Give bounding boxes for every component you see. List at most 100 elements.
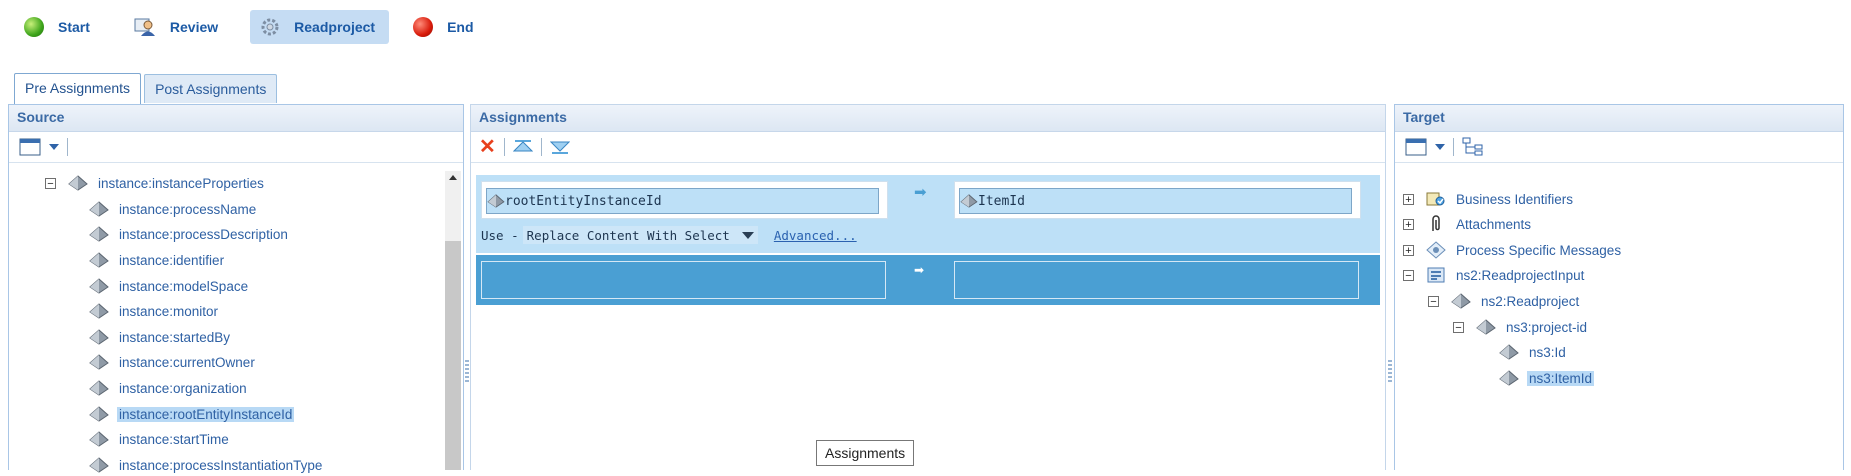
gear-icon <box>261 18 279 36</box>
empty-target-field[interactable] <box>954 261 1359 299</box>
tab-post-assignments[interactable]: Post Assignments <box>144 74 278 103</box>
element-node-icon <box>89 457 109 473</box>
tree-node-label: instance:processDescription <box>119 226 288 242</box>
toolbar-separator <box>503 138 505 156</box>
assignment-row-empty[interactable]: ➡ <box>476 255 1380 305</box>
scroll-up-icon[interactable] <box>449 175 457 180</box>
element-node-icon <box>89 303 109 319</box>
tree-node-identifier[interactable]: instance:identifier <box>89 249 226 271</box>
tree-node-itemid[interactable]: ns3:ItemId <box>1499 367 1595 389</box>
tab-pre-assignments[interactable]: Pre Assignments <box>14 73 142 104</box>
element-node-icon <box>89 329 109 345</box>
source-scrollbar[interactable] <box>445 171 461 470</box>
tree-node-label: instance:startedBy <box>119 329 231 345</box>
advanced-link[interactable]: Advanced... <box>774 228 857 243</box>
empty-source-field[interactable] <box>481 261 886 299</box>
delete-icon[interactable]: ✕ <box>479 137 496 157</box>
tree-node-label: instance:monitor <box>119 303 219 319</box>
tree-node-organization[interactable]: instance:organization <box>89 377 249 399</box>
scroll-thumb[interactable] <box>445 241 461 470</box>
workflow-step-start[interactable]: Start <box>14 10 104 44</box>
source-panel: Source − instance:instanceProperties ins… <box>8 104 464 473</box>
tree-node-processname[interactable]: instance:processName <box>89 198 258 220</box>
tree-node-label: ns2:ReadprojectInput <box>1456 267 1585 283</box>
tree-node-starttime[interactable]: instance:startTime <box>89 428 231 450</box>
tree-node-currentowner[interactable]: instance:currentOwner <box>89 351 257 373</box>
element-node-icon <box>89 354 109 370</box>
element-node-icon <box>960 194 978 208</box>
assignment-source-field[interactable]: rootEntityInstanceId <box>481 181 888 219</box>
collapse-icon[interactable]: − <box>1403 269 1414 281</box>
tree-node-label: Business Identifiers <box>1456 191 1574 207</box>
toolbar-separator <box>540 138 542 156</box>
tree-node-instance-properties[interactable]: − instance:instanceProperties <box>45 172 266 194</box>
use-select-value: Replace Content With Select <box>526 227 730 243</box>
move-down-icon[interactable] <box>549 139 570 155</box>
collapse-icon[interactable]: − <box>1428 295 1439 307</box>
element-node-icon <box>1499 370 1519 386</box>
collapse-icon[interactable]: − <box>1453 321 1464 333</box>
input-message-icon <box>1427 267 1445 283</box>
tree-node-process-specific-messages[interactable]: + Process Specific Messages <box>1403 239 1623 261</box>
element-node-icon <box>1476 319 1496 335</box>
move-up-icon[interactable] <box>512 139 533 155</box>
use-select[interactable]: Replace Content With Select <box>522 226 758 244</box>
business-identifiers-icon <box>1426 192 1445 206</box>
workflow-step-label: Review <box>169 19 219 35</box>
element-node-icon <box>68 175 88 191</box>
tree-node-readproject[interactable]: − ns2:Readproject <box>1428 290 1581 312</box>
target-panel-title: Target <box>1395 105 1843 132</box>
assignment-target-inner: ItemId <box>959 188 1352 214</box>
assignment-source-value: rootEntityInstanceId <box>505 193 662 209</box>
arrow-right-icon: ➡ <box>914 184 927 201</box>
chevron-down-icon[interactable] <box>1435 144 1445 150</box>
expand-icon[interactable]: + <box>1403 244 1414 256</box>
tree-node-label: instance:processName <box>119 201 257 217</box>
workflow-step-label: Start <box>58 19 90 35</box>
tree-node-label: Process Specific Messages <box>1456 242 1622 258</box>
view-window-icon[interactable] <box>19 138 41 156</box>
expand-icon[interactable]: + <box>1403 218 1414 230</box>
tree-node-project-id[interactable]: − ns3:project-id <box>1453 316 1589 338</box>
tree-node-label: instance:modelSpace <box>119 278 249 294</box>
tree-node-readprojectinput[interactable]: − ns2:ReadprojectInput <box>1403 264 1586 286</box>
collapse-icon[interactable]: − <box>45 177 56 189</box>
workflow-step-label: Readproject <box>294 19 376 35</box>
source-toolbar <box>9 132 463 163</box>
view-window-icon[interactable] <box>1405 138 1427 156</box>
element-node-icon <box>89 431 109 447</box>
tree-node-modelspace[interactable]: instance:modelSpace <box>89 275 250 297</box>
message-diamond-icon <box>1426 241 1446 259</box>
workflow-step-readproject[interactable]: Readproject <box>250 10 390 44</box>
left-splitter-handle[interactable] <box>465 360 469 382</box>
tree-node-label: instance:processInstantiationType <box>119 457 323 473</box>
assignment-row-selected[interactable]: rootEntityInstanceId ➡ ItemId Use - Repl… <box>476 175 1380 253</box>
expand-icon[interactable]: + <box>1403 193 1414 205</box>
workflow-step-review[interactable]: Review <box>124 10 232 44</box>
tree-node-rootentityinstanceid[interactable]: instance:rootEntityInstanceId <box>89 403 295 425</box>
tree-node-label: ns3:ItemId <box>1527 370 1595 386</box>
tree-node-label: instance:instanceProperties <box>98 175 264 191</box>
tree-node-startedby[interactable]: instance:startedBy <box>89 326 232 348</box>
tree-node-label: instance:startTime <box>119 431 229 447</box>
workflow-step-end[interactable]: End <box>403 10 487 44</box>
tree-node-monitor[interactable]: instance:monitor <box>89 300 220 322</box>
chevron-down-icon[interactable] <box>49 144 59 150</box>
tree-node-attachments[interactable]: + Attachments <box>1403 213 1533 235</box>
tree-structure-icon[interactable] <box>1462 137 1484 157</box>
tree-node-business-identifiers[interactable]: + Business Identifiers <box>1403 188 1575 210</box>
assignment-target-field[interactable]: ItemId <box>954 181 1361 219</box>
right-splitter-handle[interactable] <box>1388 360 1392 382</box>
assignments-panel: Assignments ✕ rootEntityInstanceId ➡ Ite… <box>470 104 1386 470</box>
tree-node-processdescription[interactable]: instance:processDescription <box>89 223 290 245</box>
tree-node-id[interactable]: ns3:Id <box>1499 341 1568 363</box>
target-toolbar <box>1395 132 1843 163</box>
tree-node-label: ns3:project-id <box>1506 319 1588 335</box>
element-node-icon <box>487 194 505 208</box>
toolbar-separator <box>1453 138 1454 156</box>
tree-node-label: ns2:Readproject <box>1481 293 1580 309</box>
element-node-icon <box>1451 293 1471 309</box>
source-panel-title: Source <box>9 105 463 132</box>
tree-node-processinstantiationtype[interactable]: instance:processInstantiationType <box>89 454 324 476</box>
element-node-icon <box>89 380 109 396</box>
